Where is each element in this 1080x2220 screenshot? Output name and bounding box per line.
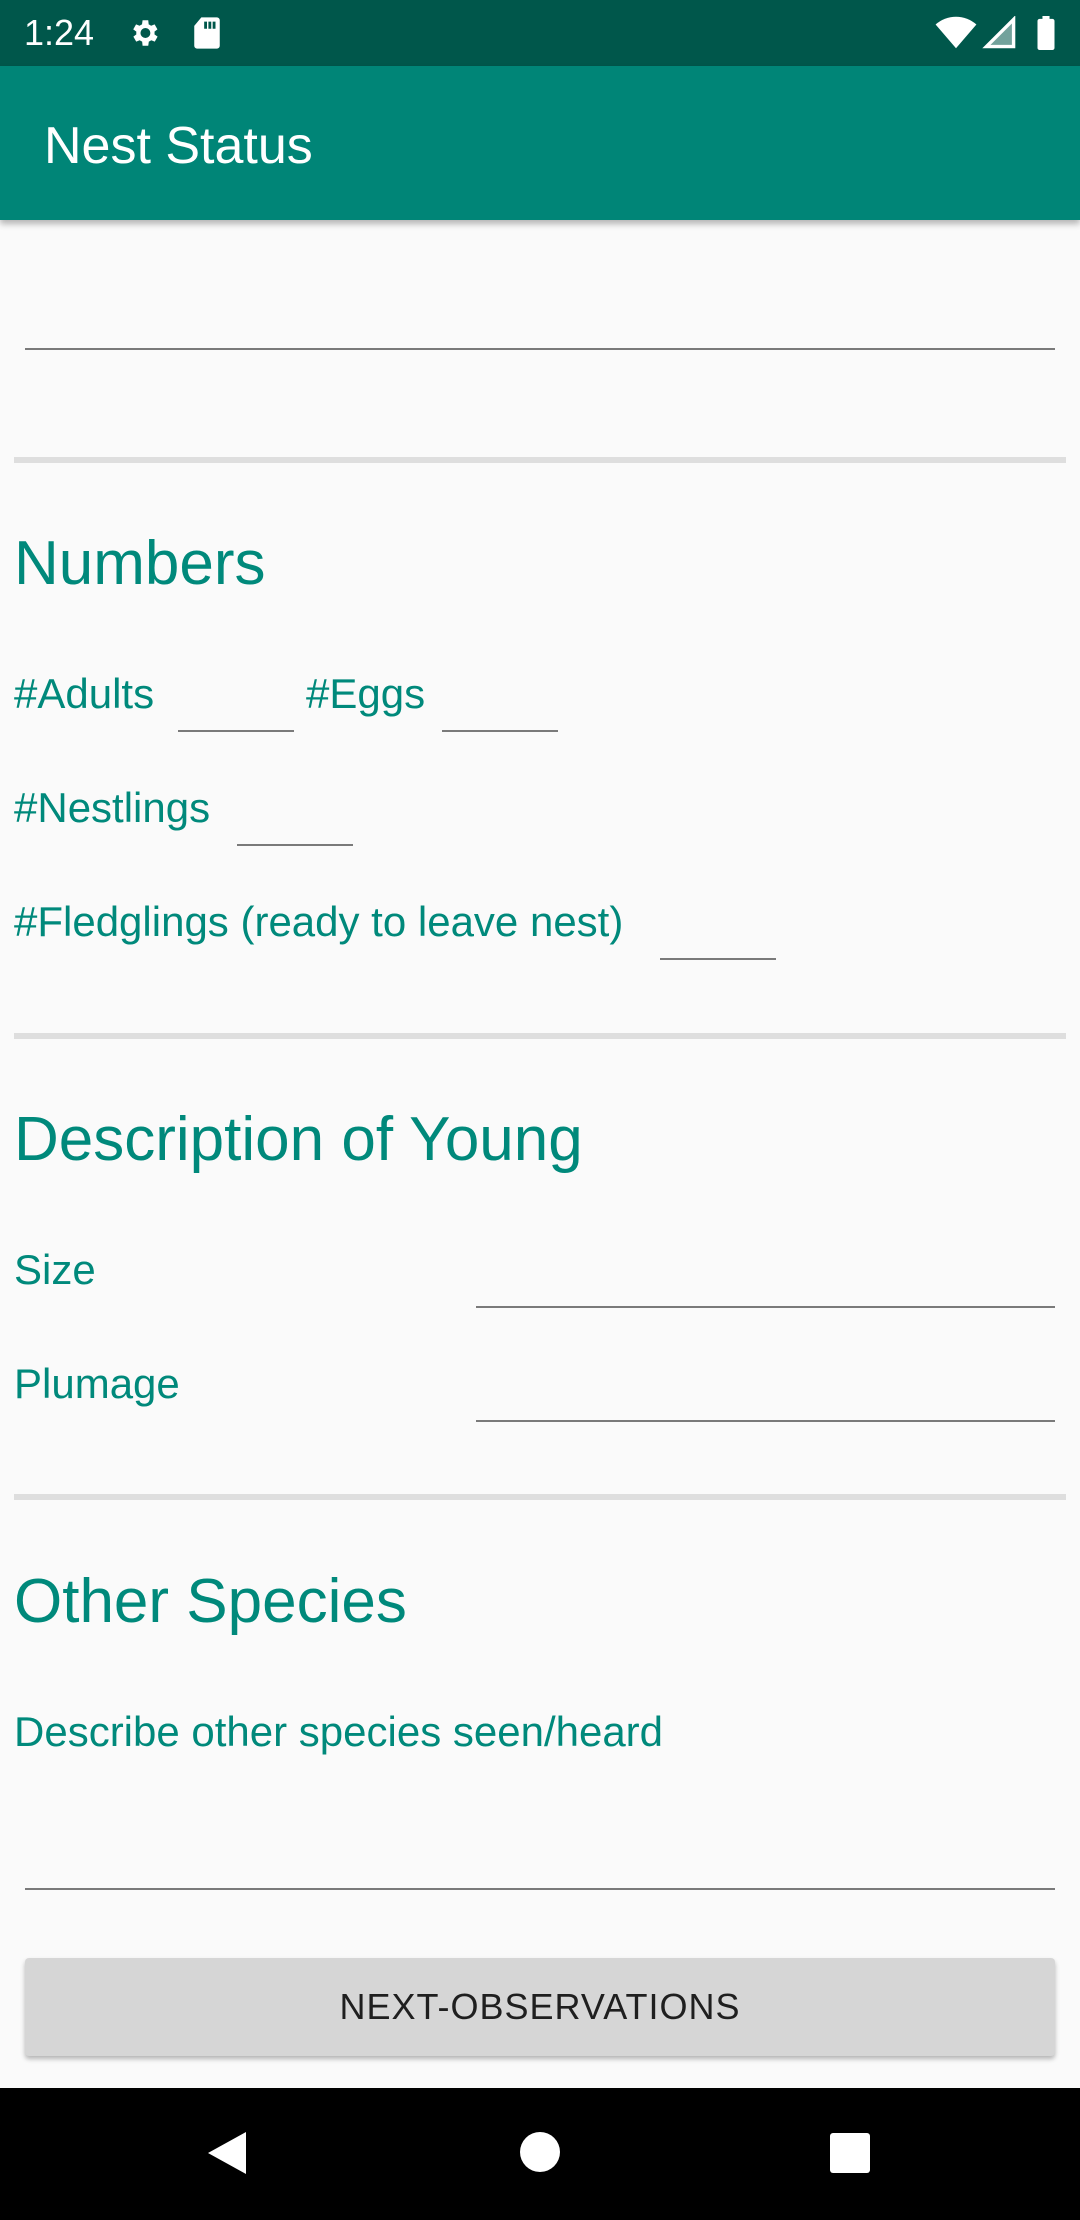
battery-icon	[1037, 16, 1055, 50]
numbers-heading: Numbers	[14, 529, 266, 598]
page-title: Nest Status	[44, 117, 313, 175]
top-text-field[interactable]	[25, 348, 1055, 350]
section-divider	[14, 457, 1066, 463]
signal-icon	[982, 16, 1016, 49]
section-divider	[14, 1033, 1066, 1039]
gear-icon	[133, 20, 158, 46]
status-time: 1:24	[24, 12, 95, 53]
status-bar: 1:24	[0, 0, 1080, 66]
adults-field[interactable]	[178, 730, 294, 732]
plumage-label: Plumage	[14, 1360, 180, 1407]
navigation-bar	[0, 2088, 1080, 2220]
recents-icon[interactable]	[829, 2132, 871, 2174]
fledglings-field[interactable]	[660, 958, 776, 960]
home-icon[interactable]	[519, 2131, 561, 2173]
back-icon[interactable]	[202, 2128, 252, 2178]
eggs-field[interactable]	[442, 730, 558, 732]
adults-label: #Adults	[14, 670, 155, 717]
describe-species-label: Describe other species seen/heard	[14, 1708, 664, 1755]
section-divider	[14, 1494, 1066, 1500]
eggs-label: #Eggs	[306, 670, 426, 717]
wifi-icon	[935, 16, 977, 49]
nestlings-field[interactable]	[237, 844, 353, 846]
plumage-field[interactable]	[476, 1420, 1055, 1422]
description-of-young-heading: Description of Young	[14, 1105, 583, 1174]
other-species-heading: Other Species	[14, 1567, 407, 1636]
size-field[interactable]	[476, 1306, 1055, 1308]
next-observations-button[interactable]: NEXT-OBSERVATIONS	[25, 1958, 1055, 2056]
app-bar: Nest Status	[0, 66, 1080, 220]
fledglings-label: #Fledglings (ready to leave nest)	[14, 898, 624, 945]
sd-card-icon	[194, 17, 220, 49]
other-species-field[interactable]	[25, 1888, 1055, 1890]
nestlings-label: #Nestlings	[14, 784, 211, 831]
size-label: Size	[14, 1246, 96, 1293]
